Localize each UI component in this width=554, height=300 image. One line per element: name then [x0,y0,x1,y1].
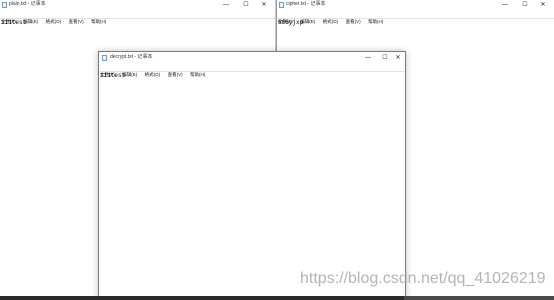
minimize-button[interactable]: — [217,0,235,10]
close-button[interactable]: ✕ [393,53,403,63]
menu-bar: 文件(F) 编辑(E) 格式(O) 查看(V) 帮助(H) [99,63,405,77]
close-button[interactable]: ✕ [255,0,273,10]
menu-bar: 文件(F) 编辑(E) 格式(O) 查看(V) 帮助(H) [0,10,275,24]
window-title: decrypt.txt - 记事本 [110,54,153,60]
notepad-icon [102,55,107,61]
maximize-button[interactable]: ☐ [516,0,534,10]
menu-bar: 文件(F) 编辑(E) 格式(O) 查看(V) 帮助(H) [277,10,554,24]
minimize-button[interactable]: — [496,0,514,10]
notepad-icon [279,2,284,8]
window-title: plain.txt - 记事本 [9,1,46,7]
notepad-icon [2,2,7,8]
close-button[interactable]: ✕ [534,0,552,10]
notepad-window-decrypt[interactable]: decrypt.txt - 记事本 — ☐ ✕ 文件(F) 编辑(E) 格式(O… [98,51,406,300]
title-bar[interactable]: plain.txt - 记事本 — ☐ ✕ [0,0,275,10]
maximize-button[interactable]: ☐ [237,0,255,10]
text-editor[interactable]: 111test [99,71,405,299]
window-title: cipher.txt - 记事本 [286,1,326,7]
watermark-url: https://blog.csdn.net/qq_41026219 [300,270,546,287]
minimize-button[interactable]: — [359,53,377,63]
taskbar-area [404,296,554,300]
title-bar[interactable]: decrypt.txt - 记事本 — ☐ ✕ [99,52,405,63]
title-bar[interactable]: cipher.txt - 记事本 — ☐ ✕ [277,0,554,10]
maximize-button[interactable]: ☐ [381,53,389,63]
